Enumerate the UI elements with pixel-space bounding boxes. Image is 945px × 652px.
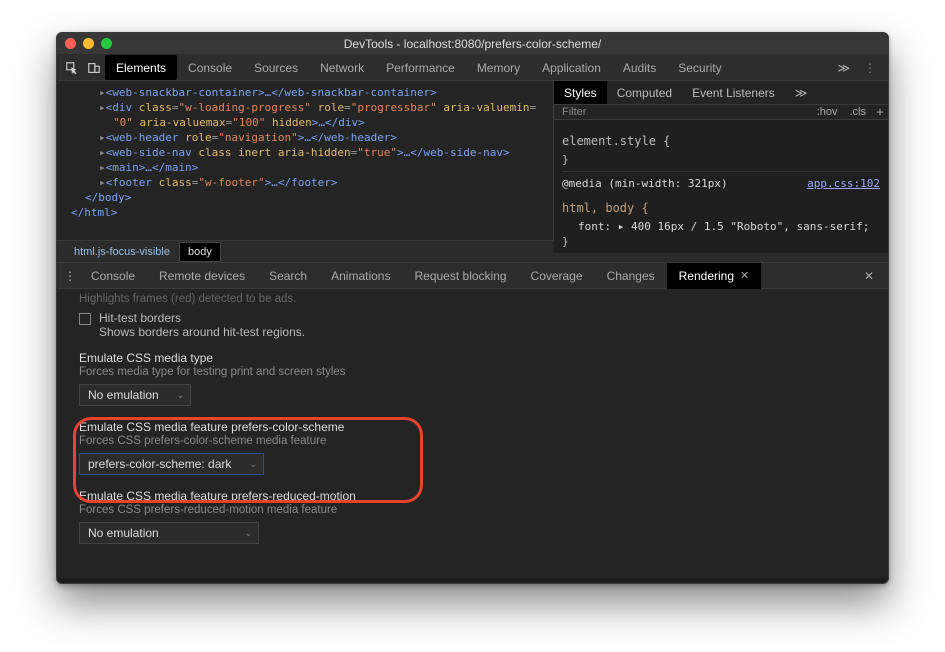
new-rule-icon[interactable]: +: [872, 105, 888, 119]
drawer-tab-animations[interactable]: Animations: [319, 263, 402, 289]
section-select[interactable]: No emulation⌄: [79, 384, 191, 406]
styles-tab-computed[interactable]: Computed: [607, 81, 682, 104]
emulate-section: Emulate CSS media feature prefers-reduce…: [79, 489, 509, 544]
dom-tree[interactable]: ▸<web-snackbar-container>…</web-snackbar…: [57, 81, 553, 241]
dom-line[interactable]: ▸<div class="w-loading-progress" role="p…: [71, 100, 549, 115]
hit-test-checkbox[interactable]: [79, 313, 91, 325]
panel-tab-performance[interactable]: Performance: [375, 55, 466, 80]
styles-pane: StylesComputedEvent Listeners≫ :hov .cls…: [553, 81, 888, 241]
panel-tab-elements[interactable]: Elements: [105, 55, 177, 80]
inspect-icon[interactable]: [61, 55, 83, 80]
chevron-down-icon: ⌄: [176, 390, 184, 401]
styles-tab-styles[interactable]: Styles: [554, 81, 607, 104]
dom-line[interactable]: ▸<web-side-nav class inert aria-hidden="…: [71, 145, 549, 160]
kebab-menu-icon[interactable]: ⋮: [856, 61, 884, 75]
device-toggle-icon[interactable]: [83, 55, 105, 80]
drawer-tab-request-blocking[interactable]: Request blocking: [402, 263, 518, 289]
rendering-drawer: Highlights frames (red) detected to be a…: [57, 289, 888, 578]
styles-tab-event-listeners[interactable]: Event Listeners: [682, 81, 785, 104]
emulate-section: Emulate CSS media typeForces media type …: [79, 351, 509, 406]
devtools-window: DevTools - localhost:8080/prefers-color-…: [56, 32, 889, 584]
drawer-tab-console[interactable]: Console: [79, 263, 147, 289]
close-icon[interactable]: [65, 38, 76, 49]
hov-toggle[interactable]: :hov: [811, 106, 844, 118]
section-subtitle: Forces CSS prefers-color-scheme media fe…: [79, 435, 509, 447]
previous-section-tail: Highlights frames (red) detected to be a…: [79, 293, 870, 305]
breadcrumb-item[interactable]: body: [179, 242, 221, 262]
panel-tab-audits[interactable]: Audits: [612, 55, 667, 80]
section-title: Emulate CSS media feature prefers-color-…: [79, 420, 509, 434]
styles-filter-input[interactable]: [554, 106, 811, 118]
styles-more-icon[interactable]: ≫: [785, 81, 818, 104]
panel-tab-network[interactable]: Network: [309, 55, 375, 80]
section-subtitle: Forces media type for testing print and …: [79, 366, 509, 378]
dom-line[interactable]: ▸<web-header role="navigation">…</web-he…: [71, 130, 549, 145]
cls-toggle[interactable]: .cls: [844, 106, 873, 118]
dom-line[interactable]: </html>: [71, 205, 549, 220]
window-title: DevTools - localhost:8080/prefers-color-…: [57, 37, 888, 51]
panel-tab-sources[interactable]: Sources: [243, 55, 309, 80]
drawer-tab-search[interactable]: Search: [257, 263, 319, 289]
section-subtitle: Forces CSS prefers-reduced-motion media …: [79, 504, 509, 516]
section-select[interactable]: prefers-color-scheme: dark⌄: [79, 453, 264, 475]
drawer-tab-remote-devices[interactable]: Remote devices: [147, 263, 257, 289]
minimize-icon[interactable]: [83, 38, 94, 49]
maximize-icon[interactable]: [101, 38, 112, 49]
hit-test-subtitle: Shows borders around hit-test regions.: [99, 325, 305, 339]
panel-tab-memory[interactable]: Memory: [466, 55, 531, 80]
section-title: Emulate CSS media feature prefers-reduce…: [79, 489, 509, 503]
panel-tab-security[interactable]: Security: [667, 55, 732, 80]
main-toolbar: ElementsConsoleSourcesNetworkPerformance…: [57, 55, 888, 81]
drawer-menu-icon[interactable]: ⋮: [61, 269, 79, 283]
panel-tab-console[interactable]: Console: [177, 55, 243, 80]
styles-body[interactable]: element.style { } @media (min-width: 321…: [554, 120, 888, 253]
hit-test-title: Hit-test borders: [99, 311, 305, 325]
drawer-toolbar: ⋮ ConsoleRemote devicesSearchAnimationsR…: [57, 263, 888, 289]
emulate-section: Emulate CSS media feature prefers-color-…: [79, 420, 509, 475]
section-title: Emulate CSS media type: [79, 351, 509, 365]
tab-close-icon[interactable]: ✕: [740, 263, 749, 289]
breadcrumb-item[interactable]: html.js-focus-visible: [65, 242, 179, 262]
dom-line[interactable]: "0" aria-valuemax="100" hidden>…</div>: [71, 115, 549, 130]
more-panels-icon[interactable]: ≫: [831, 61, 856, 75]
drawer-tab-coverage[interactable]: Coverage: [519, 263, 595, 289]
dom-line[interactable]: ▸<web-snackbar-container>…</web-snackbar…: [71, 85, 549, 100]
titlebar: DevTools - localhost:8080/prefers-color-…: [57, 33, 888, 55]
section-select[interactable]: No emulation⌄: [79, 522, 259, 544]
dom-line[interactable]: </body>: [71, 190, 549, 205]
chevron-down-icon: ⌄: [249, 459, 257, 470]
dom-line[interactable]: ▸<footer class="w-footer">…</footer>: [71, 175, 549, 190]
chevron-down-icon: ⌄: [244, 528, 252, 539]
dom-line[interactable]: ▸<main>…</main>: [71, 160, 549, 175]
drawer-tab-rendering[interactable]: Rendering✕: [667, 263, 762, 289]
drawer-close-icon[interactable]: ✕: [854, 269, 884, 283]
drawer-tab-changes[interactable]: Changes: [595, 263, 667, 289]
panel-tab-application[interactable]: Application: [531, 55, 612, 80]
source-link[interactable]: app.css:102: [807, 176, 880, 191]
